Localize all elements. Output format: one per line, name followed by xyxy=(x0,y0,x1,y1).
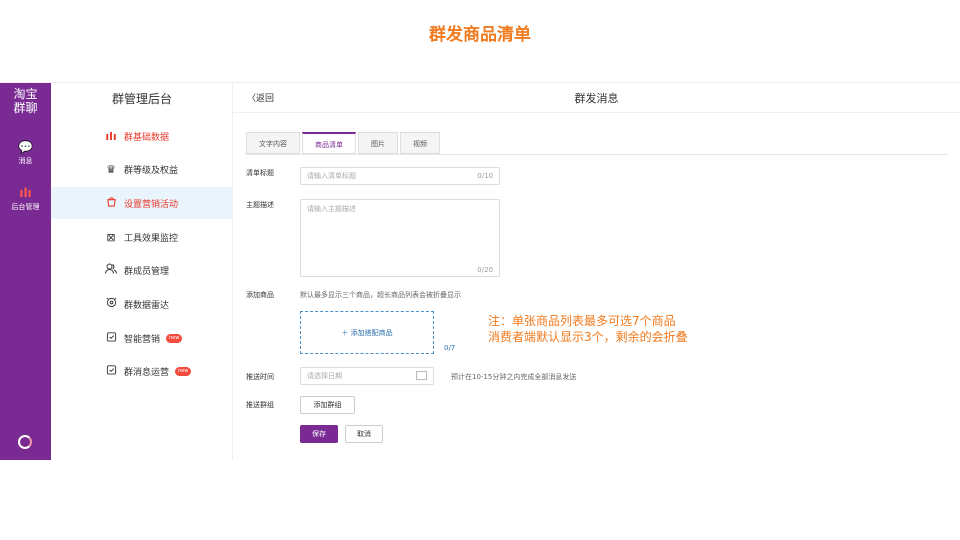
new-badge: new xyxy=(166,333,183,343)
list-title-input[interactable]: 请输入清单标题 0/10 xyxy=(300,167,500,185)
topic-counter: 0/20 xyxy=(477,266,493,274)
people-icon xyxy=(104,263,118,277)
app-rail: 淘宝 群聊 💬 消息 ılı 后台管理 xyxy=(0,83,51,460)
push-time-hint: 预计在10-15分钟之内完成全部消息发送 xyxy=(451,373,577,381)
push-group-label: 推送群组 xyxy=(246,401,274,409)
clipboard-icon xyxy=(104,364,118,378)
page-title: 群发消息 xyxy=(574,92,619,105)
app-window: 淘宝 群聊 💬 消息 ılı 后台管理 群管理后台 ılı 群基础数据 ♛ 群等… xyxy=(0,82,960,460)
bar-chart-icon: ılı xyxy=(105,129,117,143)
sidebar-item-members[interactable]: 群成员管理 xyxy=(51,254,233,286)
bar-chart-icon: ılı xyxy=(19,186,32,200)
save-button[interactable]: 保存 xyxy=(300,425,338,443)
main-panel: 〈返回 群发消息 文字内容 商品清单 图片 视频 清单标题 请输入清单标题 0/… xyxy=(233,83,960,460)
annotation-line-2: 消费者端默认显示3个，剩余的会折叠 xyxy=(488,330,688,344)
add-group-button[interactable]: 添加群组 xyxy=(300,396,355,414)
sidebar-item-levels[interactable]: ♛ 群等级及权益 xyxy=(51,153,233,185)
monitor-icon: ⊠ xyxy=(106,230,116,244)
cancel-button[interactable]: 取消 xyxy=(345,425,383,443)
date-picker-input[interactable]: 请选择日期 xyxy=(300,367,434,385)
add-product-label: 添加商品 xyxy=(246,291,274,299)
product-counter: 0/7 xyxy=(444,344,456,352)
annotation-note: 注：单张商品列表最多可选7个商品 消费者端默认显示3个，剩余的会折叠 xyxy=(488,313,688,345)
sidebar-item-tool-monitor[interactable]: ⊠ 工具效果监控 xyxy=(51,221,233,253)
slide-title: 群发商品清单 xyxy=(429,25,531,45)
tab-divider xyxy=(246,154,948,155)
crown-icon: ♛ xyxy=(106,162,116,176)
tab-product-list[interactable]: 商品清单 xyxy=(302,132,356,154)
sidebar-item-basic-data[interactable]: ılı 群基础数据 xyxy=(51,120,233,152)
sidebar-title: 群管理后台 xyxy=(111,92,172,106)
radar-icon xyxy=(104,297,118,311)
rail-item-admin[interactable]: ılı 后台管理 xyxy=(0,186,51,212)
topic-textarea[interactable]: 请输入主题描述 0/20 xyxy=(300,199,500,277)
sidebar-item-marketing[interactable]: 设置营销活动 xyxy=(51,187,233,219)
add-product-hint: 默认最多显示三个商品，超长商品列表会被折叠显示 xyxy=(300,291,461,299)
sidebar: 群管理后台 ılı 群基础数据 ♛ 群等级及权益 设置营销活动 ⊠ 工具效果监控… xyxy=(51,83,233,460)
chat-bubble-icon: 💬 xyxy=(18,140,33,154)
add-product-button[interactable]: ＋ 添加搭配商品 xyxy=(300,311,434,354)
content-tabs: 文字内容 商品清单 图片 视频 xyxy=(246,132,442,154)
annotation-line-1: 注：单张商品列表最多可选7个商品 xyxy=(488,314,676,328)
new-badge: new xyxy=(175,366,192,376)
sidebar-item-smart-marketing[interactable]: 智能营销 new xyxy=(51,322,233,354)
brand-logo: 淘宝 群聊 xyxy=(13,87,38,115)
topic-label: 主题描述 xyxy=(246,201,274,209)
topbar: 〈返回 群发消息 xyxy=(233,83,960,113)
sidebar-item-message-ops[interactable]: 群消息运营 new xyxy=(51,355,233,387)
loading-icon xyxy=(18,435,32,449)
tab-video[interactable]: 视频 xyxy=(400,132,440,154)
list-title-label: 清单标题 xyxy=(246,169,274,177)
sidebar-item-radar[interactable]: 群数据雷达 xyxy=(51,288,233,320)
clipboard-icon xyxy=(104,331,118,345)
tab-image[interactable]: 图片 xyxy=(358,132,398,154)
calendar-icon xyxy=(416,371,427,380)
shopping-bag-icon xyxy=(104,196,118,210)
push-time-label: 推送时间 xyxy=(246,373,274,381)
rail-item-messages[interactable]: 💬 消息 xyxy=(0,140,51,166)
tab-text[interactable]: 文字内容 xyxy=(246,132,300,154)
list-title-counter: 0/10 xyxy=(477,172,493,180)
